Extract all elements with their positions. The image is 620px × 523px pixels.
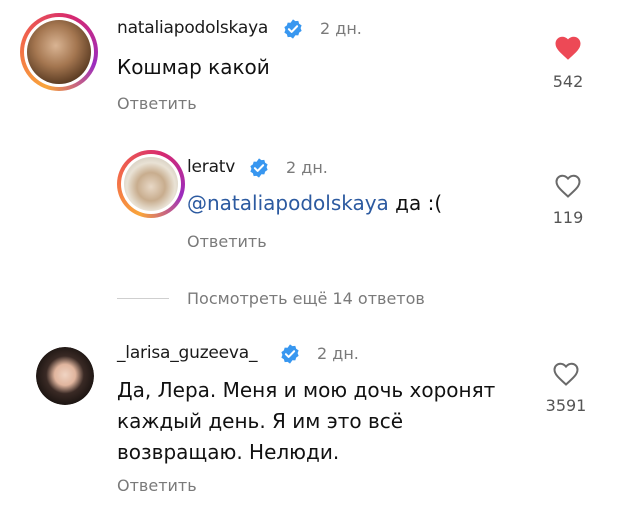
comment-line: Да, Лера. Меня и мою дочь хоронят <box>117 378 496 402</box>
mention-link[interactable]: @nataliapodolskaya <box>187 191 389 215</box>
comment-time: 2 дн. <box>320 19 362 38</box>
view-more-replies[interactable]: Посмотреть ещё 14 ответов <box>187 289 425 308</box>
comment-username[interactable]: nataliapodolskaya <box>117 18 268 38</box>
comment-line: каждый день. Я им это всё <box>117 409 404 433</box>
avatar-image <box>36 347 94 405</box>
avatar-nataliapodolskaya[interactable] <box>20 13 98 91</box>
comment-text-rest: да :( <box>388 191 443 215</box>
comment-text: Кошмар какой <box>117 55 270 79</box>
avatar-leratv[interactable] <box>117 150 185 218</box>
avatar-larisa-guzeeva[interactable] <box>36 347 94 405</box>
comment-username[interactable]: leratv <box>187 157 235 177</box>
verified-badge-icon <box>281 344 299 364</box>
like-count: 542 <box>552 72 584 91</box>
heart-outline-icon[interactable] <box>553 171 583 199</box>
verified-badge-icon <box>250 158 268 178</box>
divider-line <box>117 298 169 299</box>
comment-line: возвращаю. Нелюди. <box>117 440 340 464</box>
comment-username[interactable]: _larisa_guzeeva_ <box>117 343 258 363</box>
reply-button[interactable]: Ответить <box>117 476 197 495</box>
like-count: 3591 <box>545 396 587 415</box>
verified-badge-icon <box>284 19 302 39</box>
avatar-image <box>124 157 178 211</box>
comment-time: 2 дн. <box>286 158 328 177</box>
avatar-image <box>27 20 91 84</box>
heart-filled-icon[interactable] <box>553 33 583 61</box>
reply-button[interactable]: Ответить <box>117 94 197 113</box>
comment-time: 2 дн. <box>317 344 359 363</box>
comment-text: Да, Лера. Меня и мою дочь хоронят каждый… <box>117 375 495 468</box>
reply-button[interactable]: Ответить <box>187 232 267 251</box>
comment-text: @nataliapodolskaya да :( <box>187 188 442 219</box>
like-count: 119 <box>552 208 584 227</box>
heart-outline-icon[interactable] <box>551 359 581 387</box>
